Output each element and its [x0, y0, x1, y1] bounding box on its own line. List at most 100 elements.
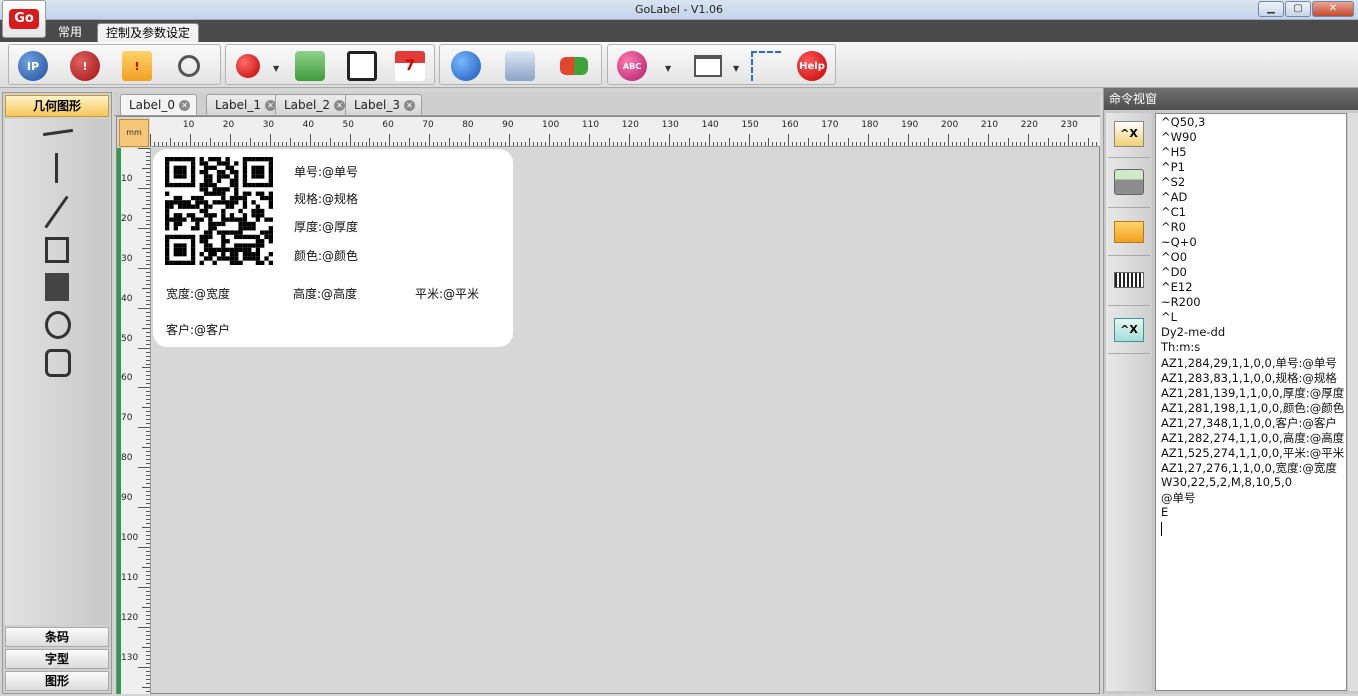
mail-button[interactable]: [1112, 215, 1146, 249]
doc-tab-label-3[interactable]: Label_3 ✕: [345, 94, 423, 115]
label-field-danhao[interactable]: 单号:@单号: [294, 163, 358, 180]
ruler-tick: [568, 138, 570, 146]
language-dropdown-icon[interactable]: ▼: [665, 64, 671, 73]
calendar-clock-button[interactable]: 7: [392, 49, 428, 83]
ruler-tick: [142, 487, 150, 489]
ruler-tick: [409, 138, 411, 146]
label-field-yanse[interactable]: 颜色:@颜色: [294, 247, 358, 264]
app-logo-icon: Go: [9, 9, 39, 29]
printer-search-button[interactable]: [344, 49, 380, 83]
label-field-kuandu[interactable]: 宽度:@宽度: [166, 285, 230, 302]
ruler-tick: [185, 142, 187, 146]
envelope-icon: [1114, 221, 1144, 243]
command-text-area[interactable]: ^Q50,3 ^W90 ^H5 ^P1 ^S2 ^AD ^C1 ^R0 ~Q+0 ^O0 ^D0 ^E…: [1155, 113, 1347, 691]
ruler-tick: [146, 491, 150, 493]
ruler-tick: [146, 271, 150, 273]
ruler-tick: [545, 142, 546, 146]
ruler-unit[interactable]: mm: [119, 119, 149, 147]
app-menu-button[interactable]: Go: [2, 0, 46, 38]
label-field-guige[interactable]: 规格:@规格: [294, 190, 358, 207]
ruler-tick: [146, 551, 150, 552]
barcode-section[interactable]: 条码: [5, 627, 109, 647]
ruler-tick: [146, 499, 150, 501]
download-globe-button[interactable]: [448, 49, 484, 83]
command-scrollbar[interactable]: [1348, 113, 1358, 691]
ruler-tick: [501, 142, 503, 146]
graphic-section[interactable]: 图形: [5, 671, 109, 691]
download-button[interactable]: [1112, 165, 1146, 199]
key-download-button[interactable]: [292, 49, 328, 83]
ruler-tick: [138, 427, 150, 429]
ruler-tick: [146, 223, 150, 225]
search-label-button[interactable]: [171, 49, 207, 83]
printer-alert-button[interactable]: !: [67, 49, 103, 83]
ruler-tick: [612, 142, 614, 146]
ruler-tick: [636, 142, 638, 146]
ruler-tick: [820, 142, 822, 146]
ruler-tick-label: 100: [542, 120, 560, 130]
toolbar-group-2: ▼ 7: [225, 44, 435, 85]
barcode-button[interactable]: [1112, 263, 1146, 297]
minimize-button[interactable]: ▁: [1258, 1, 1284, 17]
ruler-tick: [146, 419, 150, 421]
ruler-tick: [146, 383, 150, 385]
label-field-houdu[interactable]: 厚度:@厚度: [294, 218, 358, 235]
ruler-tick: [146, 175, 150, 177]
ip-config-button[interactable]: IP: [15, 49, 51, 83]
page-layout-button[interactable]: [690, 49, 726, 83]
geometry-section-header[interactable]: 几何图形: [5, 95, 109, 117]
message-alert-button[interactable]: !: [119, 49, 155, 83]
close-tab-icon[interactable]: ✕: [404, 100, 416, 111]
font-section[interactable]: 字型: [5, 649, 109, 669]
maximize-button[interactable]: ▢: [1285, 1, 1311, 17]
filled-rectangle-icon[interactable]: [45, 273, 69, 301]
help-button[interactable]: Help: [794, 49, 830, 83]
rounded-rectangle-icon[interactable]: [45, 349, 71, 377]
diagonal-line-icon[interactable]: [44, 195, 69, 229]
ruler-tick: [987, 134, 989, 146]
ruler-tick: [146, 191, 150, 193]
ruler-tick: [1051, 142, 1053, 146]
close-tab-icon[interactable]: ✕: [334, 100, 346, 111]
circle-icon[interactable]: [45, 311, 71, 339]
label-field-gaodu[interactable]: 高度:@高度: [293, 285, 357, 302]
ruler-tick: [146, 179, 150, 181]
send-command-button[interactable]: ^X: [1112, 117, 1146, 151]
ruler-tick: [146, 160, 150, 161]
ruler-tick: [437, 142, 439, 146]
ruler-tick: [146, 682, 150, 684]
label-editor[interactable]: mm 10 20 30 40 50 60 70 80 90 100 110 120 130 140 150 1…: [116, 116, 1100, 694]
doc-tab-label-0[interactable]: Label_0 ✕: [120, 94, 198, 115]
label-field-kehu[interactable]: 客户:@客户: [166, 321, 230, 338]
joystick-dropdown-icon[interactable]: ▼: [273, 64, 279, 73]
horizontal-line-icon[interactable]: [42, 128, 74, 137]
doc-tab-label-2[interactable]: Label_2 ✕: [275, 94, 353, 115]
ruler-tick: [740, 142, 742, 146]
close-button[interactable]: ✕: [1312, 1, 1354, 17]
ruler-tick-label: 190: [901, 120, 919, 130]
label-field-pingmi[interactable]: 平米:@平米: [415, 285, 479, 302]
exchange-button[interactable]: [556, 49, 592, 83]
ruler-tick-label: 110: [121, 572, 139, 583]
rectangle-icon[interactable]: [45, 237, 69, 263]
page-dropdown-icon[interactable]: ▼: [733, 64, 739, 73]
label-canvas[interactable]: 单号:@单号 规格:@规格 厚度:@厚度 颜色:@颜色 宽度:@宽度 高度:@高…: [153, 149, 513, 347]
tab-common[interactable]: 常用: [50, 23, 90, 42]
close-tab-icon[interactable]: ✕: [179, 100, 191, 111]
ruler-tick: [904, 142, 906, 146]
crosshair-button[interactable]: [748, 49, 784, 83]
joystick-button[interactable]: [230, 49, 266, 83]
ruler-tick: [644, 142, 646, 146]
doc-tab-label-1[interactable]: Label_1 ✕: [206, 94, 284, 115]
qr-code[interactable]: [165, 157, 273, 265]
ruler-tick: [624, 142, 626, 146]
ruler-tick: [788, 134, 790, 146]
tab-control-settings[interactable]: 控制及参数设定: [97, 23, 200, 42]
language-button[interactable]: ABC: [614, 49, 650, 83]
printer-magnifier-icon: [347, 51, 377, 81]
ruler-tick: [1083, 142, 1085, 146]
ruler-tick: [146, 674, 150, 676]
database-button[interactable]: [502, 49, 538, 83]
import-command-button[interactable]: ^X: [1112, 313, 1146, 347]
vertical-line-icon[interactable]: [55, 153, 58, 183]
